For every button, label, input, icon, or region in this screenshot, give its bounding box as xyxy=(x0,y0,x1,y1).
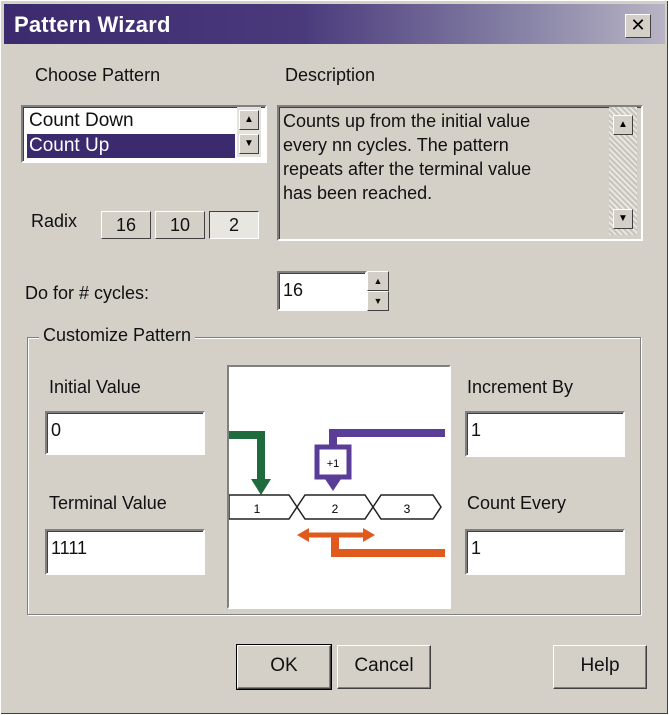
scroll-down-icon[interactable]: ▼ xyxy=(613,209,633,229)
initial-value-input[interactable]: 0 xyxy=(45,411,205,455)
count-every-right-arrow-icon xyxy=(363,528,375,542)
increment-by-input[interactable]: 1 xyxy=(465,411,625,457)
pattern-wizard-dialog: Pattern Wizard ✕ Choose Pattern Count Do… xyxy=(0,0,669,715)
state-label: 3 xyxy=(404,502,411,516)
terminal-value-input[interactable]: 1111 xyxy=(45,529,205,575)
radix-label: Radix xyxy=(31,211,78,231)
description-text: Counts up from the initial value every n… xyxy=(283,109,601,205)
terminal-value-label: Terminal Value xyxy=(49,493,167,513)
radix-2-button[interactable]: 2 xyxy=(209,211,259,239)
pattern-list-scrollbar[interactable]: ▲ ▼ xyxy=(237,107,261,157)
state-cell xyxy=(228,494,298,520)
window-title: Pattern Wizard xyxy=(14,12,171,37)
scroll-up-icon[interactable]: ▲ xyxy=(239,110,259,130)
pattern-list[interactable]: Count Down Count Up ▲ ▼ xyxy=(21,105,267,163)
stepper-down-icon[interactable]: ▼ xyxy=(367,291,389,311)
ok-button[interactable]: OK xyxy=(236,644,332,690)
state-label: 2 xyxy=(332,502,339,516)
title-bar[interactable]: Pattern Wizard ✕ xyxy=(4,4,665,44)
description-box: Counts up from the initial value every n… xyxy=(277,105,643,241)
pattern-item-count-up[interactable]: Count Up xyxy=(27,134,235,158)
choose-pattern-label: Choose Pattern xyxy=(35,65,161,85)
initial-arrow-head-icon xyxy=(251,479,271,495)
initial-value-label: Initial Value xyxy=(49,377,141,397)
help-button[interactable]: Help xyxy=(553,645,647,689)
pattern-diagram-svg: +1 1 2 3 xyxy=(228,429,445,557)
count-every-input[interactable]: 1 xyxy=(465,529,625,575)
description-line: Counts up from the initial value xyxy=(283,111,531,131)
radix-10-button[interactable]: 10 xyxy=(155,211,205,239)
stepper-up-icon[interactable]: ▲ xyxy=(367,271,389,291)
cycles-input[interactable]: 16 xyxy=(277,271,367,311)
count-every-label: Count Every xyxy=(467,493,567,513)
scroll-down-icon[interactable]: ▼ xyxy=(239,134,259,154)
state-label: 1 xyxy=(254,502,261,516)
radix-16-button[interactable]: 16 xyxy=(101,211,151,239)
pattern-diagram: +1 1 2 3 xyxy=(227,365,451,609)
increment-arrow-head-icon xyxy=(325,479,341,491)
description-line: every nn cycles. The pattern xyxy=(283,135,509,155)
description-label: Description xyxy=(285,65,376,85)
description-scrollbar[interactable]: ▲ ▼ xyxy=(609,107,637,235)
customize-pattern-label: Customize Pattern xyxy=(39,325,196,346)
increment-by-label: Increment By xyxy=(467,377,574,397)
description-line: repeats after the terminal value xyxy=(283,159,532,179)
scroll-up-icon[interactable]: ▲ xyxy=(613,115,633,135)
increment-badge: +1 xyxy=(327,458,340,470)
count-every-arrow xyxy=(331,535,445,557)
close-button[interactable]: ✕ xyxy=(625,14,651,38)
initial-value-arrow xyxy=(229,431,265,483)
pattern-item-count-down[interactable]: Count Down xyxy=(27,109,235,133)
count-every-left-arrow-icon xyxy=(297,528,309,542)
cycles-label: Do for # cycles: xyxy=(25,283,150,303)
description-line: has been reached. xyxy=(283,183,433,203)
cycles-stepper[interactable]: ▲ ▼ xyxy=(367,271,389,311)
cancel-button[interactable]: Cancel xyxy=(337,645,431,689)
